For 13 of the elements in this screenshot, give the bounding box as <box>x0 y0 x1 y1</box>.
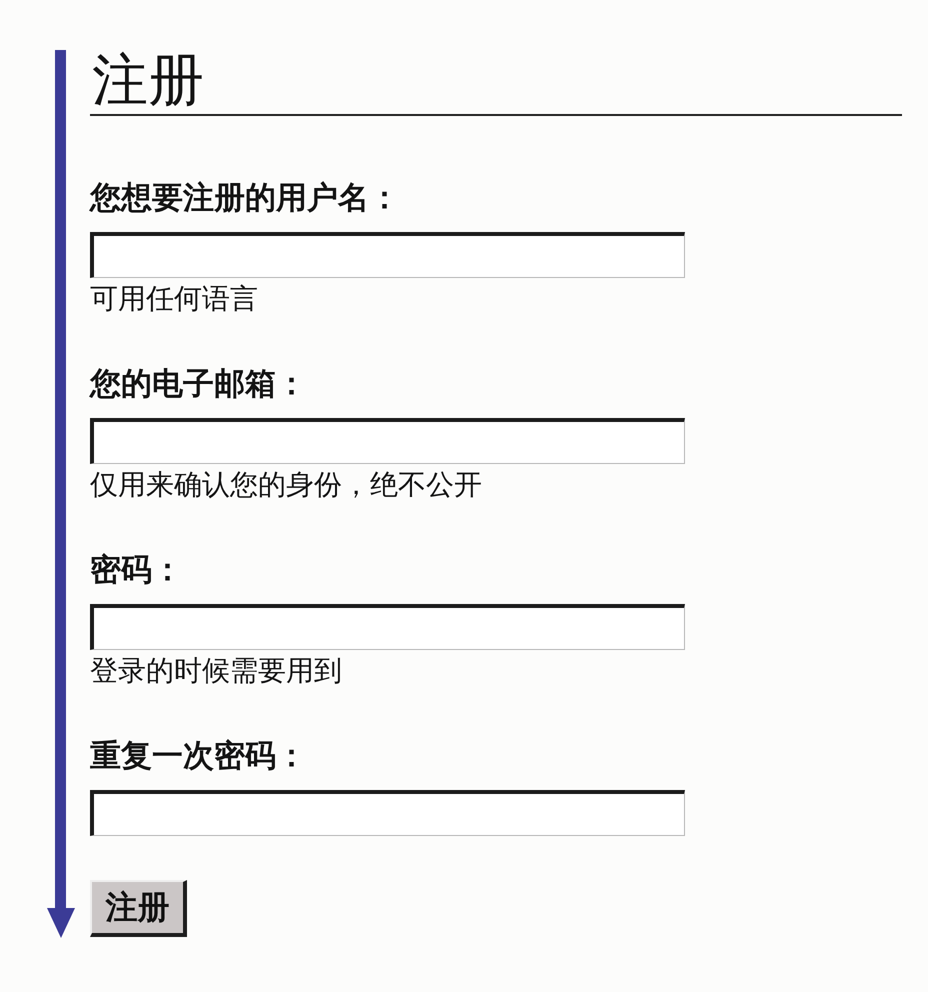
input-field[interactable] <box>90 790 685 836</box>
field-label: 密码： <box>90 552 183 588</box>
field-label: 您想要注册的用户名： <box>90 180 400 216</box>
input-field[interactable] <box>90 418 685 464</box>
input-field[interactable] <box>90 604 685 650</box>
field-label: 重复一次密码： <box>90 738 307 774</box>
page-title: 注册 <box>90 48 902 116</box>
field-hint: 可用任何语言 <box>90 282 258 316</box>
field-hint: 登录的时候需要用到 <box>90 654 342 688</box>
input-field[interactable] <box>90 232 685 278</box>
field-hint: 仅用来确认您的身份，绝不公开 <box>90 468 482 502</box>
field-label: 您的电子邮箱： <box>90 366 307 402</box>
register-button[interactable]: 注册 <box>90 880 187 937</box>
